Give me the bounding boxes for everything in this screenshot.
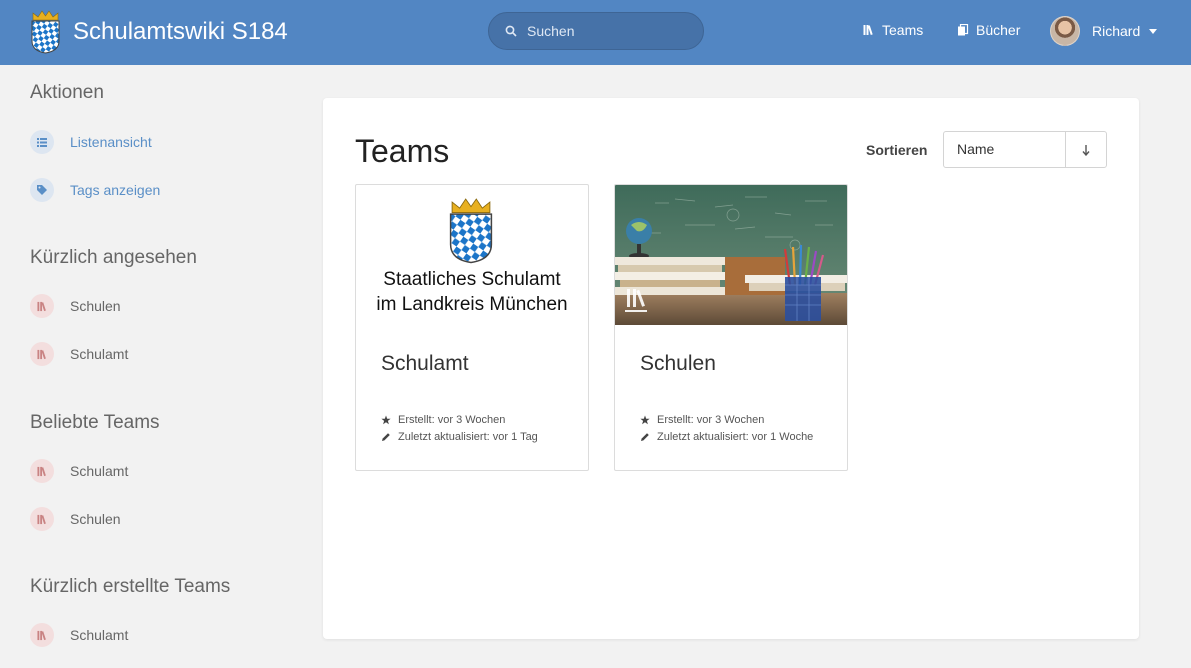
bookshelf-icon: [863, 25, 873, 36]
user-name: Richard: [1092, 23, 1141, 39]
recently-viewed-heading: Kürzlich angesehen: [30, 247, 197, 268]
team-created: Erstellt: vor 3 Wochen: [640, 414, 764, 426]
team-name[interactable]: Schulen: [640, 352, 716, 376]
show-tags-label: Tags anzeigen: [70, 182, 161, 198]
sidebar-item-label: Schulamt: [70, 463, 129, 479]
books-icon: [958, 24, 969, 36]
tag-icon: [30, 178, 54, 202]
bookshelf-icon: [30, 507, 54, 531]
team-updated-text: Zuletzt aktualisiert: vor 1 Woche: [657, 431, 814, 443]
page-title: Teams: [355, 133, 450, 169]
sidebar-item-label: Schulen: [70, 298, 121, 314]
actions-heading: Aktionen: [30, 82, 104, 103]
search-box[interactable]: [488, 12, 704, 50]
bookshelf-icon: [30, 294, 54, 318]
bookshelf-icon: [30, 459, 54, 483]
team-card-schulamt[interactable]: Staatliches Schulamt im Landkreis Münche…: [355, 184, 589, 471]
search-input[interactable]: [527, 23, 687, 39]
popular-teams-heading: Beliebte Teams: [30, 412, 160, 433]
nav-teams-label: Teams: [882, 22, 924, 38]
bavaria-coat-of-arms-icon[interactable]: [30, 9, 61, 54]
classroom-photo: [615, 185, 847, 325]
sort-direction-button[interactable]: [1066, 132, 1106, 167]
star-icon: [640, 415, 650, 425]
avatar[interactable]: [1050, 16, 1080, 46]
chevron-down-icon: [1149, 28, 1158, 34]
app-title[interactable]: Schulamtswiki S184: [73, 17, 288, 47]
team-updated: Zuletzt aktualisiert: vor 1 Woche: [640, 431, 813, 443]
recently-created-heading: Kürzlich erstellte Teams: [30, 576, 231, 597]
top-header: Schulamtswiki S184 Teams Bücher Richard: [0, 0, 1191, 65]
sidebar-item-schulen[interactable]: Schulen: [30, 294, 121, 318]
team-created: Erstellt: vor 3 Wochen: [381, 414, 505, 426]
sort-control: Name: [943, 131, 1107, 168]
search-icon: [505, 25, 517, 37]
nav-books-link[interactable]: Bücher: [957, 22, 1020, 38]
pencil-icon: [641, 433, 649, 441]
team-created-text: Erstellt: vor 3 Wochen: [398, 414, 506, 426]
team-name[interactable]: Schulamt: [381, 352, 469, 376]
bookshelf-icon: [30, 342, 54, 366]
bookshelf-icon: [30, 623, 54, 647]
sort-label: Sortieren: [866, 142, 928, 158]
nav-books-label: Bücher: [976, 22, 1021, 38]
star-icon: [381, 415, 391, 425]
sidebar-item-schulamt[interactable]: Schulamt: [30, 623, 128, 647]
team-created-text: Erstellt: vor 3 Wochen: [657, 414, 765, 426]
arrow-down-icon: [1082, 144, 1090, 156]
list-view-label: Listenansicht: [70, 134, 152, 150]
show-tags-action[interactable]: Tags anzeigen: [30, 178, 160, 202]
nav-teams-link[interactable]: Teams: [863, 22, 923, 38]
team-image-line2: im Landkreis München: [376, 294, 568, 315]
sidebar-item-schulen[interactable]: Schulen: [30, 507, 121, 531]
bavaria-coat-of-arms-icon: [449, 198, 493, 264]
list-view-action[interactable]: Listenansicht: [30, 130, 152, 154]
sidebar-item-label: Schulamt: [70, 346, 129, 362]
sort-select[interactable]: Name: [944, 132, 1066, 167]
team-card-schulen[interactable]: Schulen Erstellt: vor 3 Wochen Zuletzt a…: [614, 184, 848, 471]
team-updated-text: Zuletzt aktualisiert: vor 1 Tag: [398, 431, 538, 443]
list-icon: [30, 130, 54, 154]
team-updated: Zuletzt aktualisiert: vor 1 Tag: [381, 431, 538, 443]
sidebar-item-schulamt[interactable]: Schulamt: [30, 342, 128, 366]
pencil-icon: [382, 433, 390, 441]
sidebar-item-label: Schulamt: [70, 627, 129, 643]
sidebar-item-label: Schulen: [70, 511, 121, 527]
user-menu[interactable]: Richard: [1050, 16, 1158, 46]
team-card-image: [615, 185, 847, 325]
team-image-line1: Staatliches Schulamt: [383, 269, 561, 290]
sidebar-item-schulamt[interactable]: Schulamt: [30, 459, 128, 483]
team-card-image: Staatliches Schulamt im Landkreis Münche…: [356, 185, 588, 325]
